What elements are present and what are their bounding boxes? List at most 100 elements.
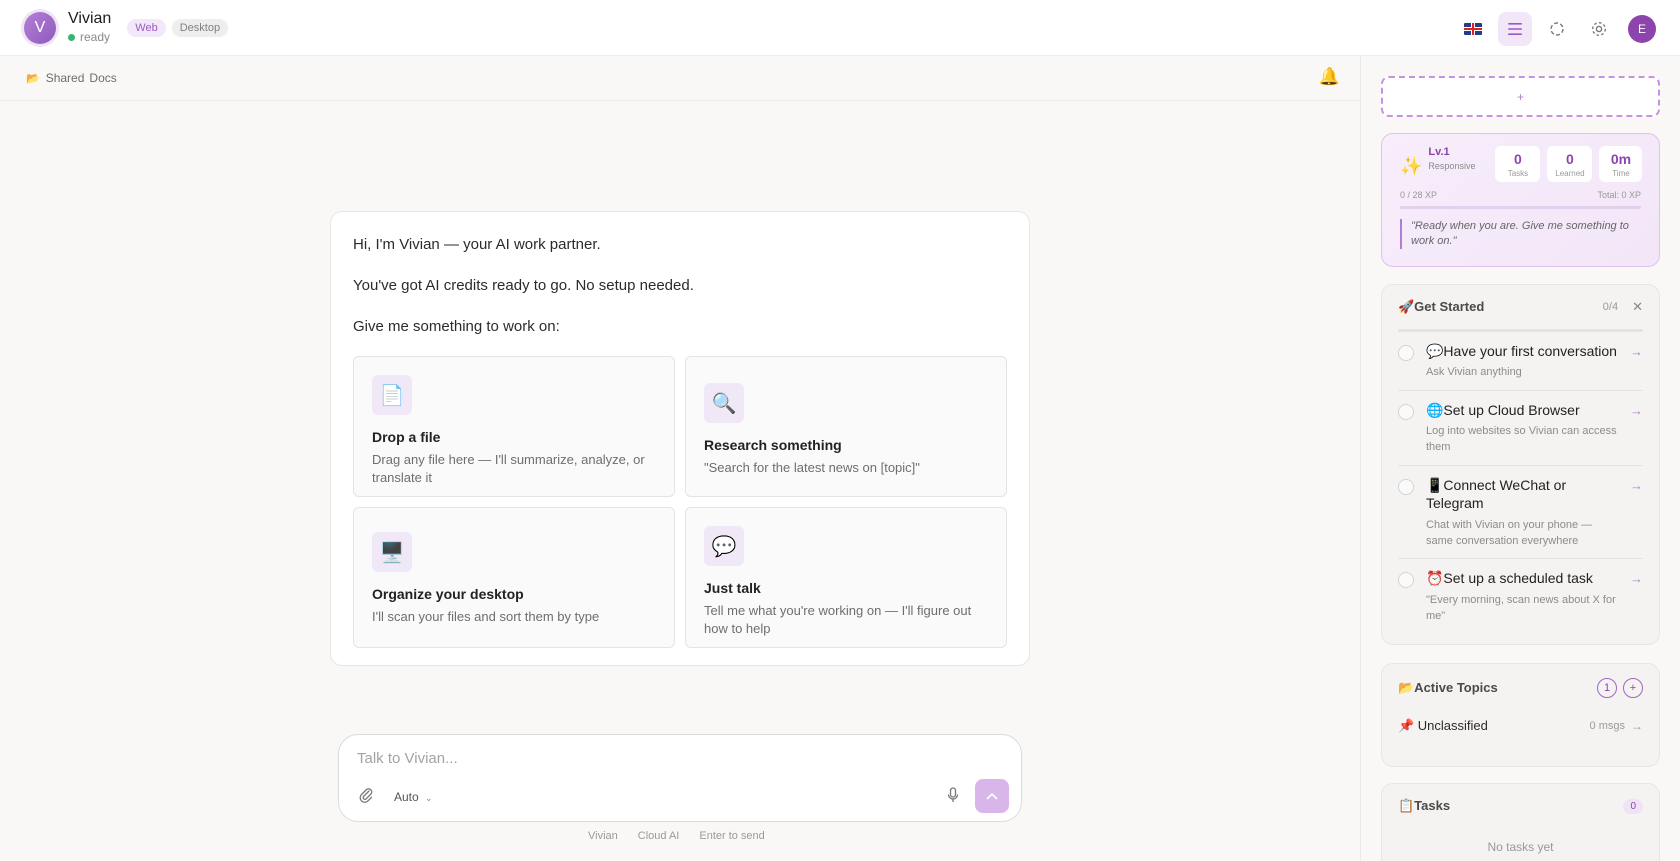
stat-learned: 0 Learned <box>1547 146 1593 182</box>
microphone-icon[interactable] <box>947 787 959 806</box>
language-button[interactable] <box>1456 12 1490 46</box>
tasks-empty-state: No tasks yet <box>1487 840 1554 854</box>
agent-status: ready <box>68 30 111 45</box>
folder-icon: 📂 <box>26 72 40 85</box>
tile-title: Research something <box>704 437 842 453</box>
tile-drop-file[interactable]: 📄 Drop a file Drag any file here — I'll … <box>353 356 675 497</box>
add-button[interactable]: + <box>1381 76 1660 117</box>
arrow-right-icon[interactable]: → <box>1630 478 1643 493</box>
settings-button[interactable] <box>1582 12 1616 46</box>
topic-name: 📌 Unclassified <box>1398 718 1488 733</box>
tasks-title: 📋Tasks <box>1398 798 1451 813</box>
footer-provider: Cloud AI <box>637 830 680 842</box>
chip-desktop[interactable]: Desktop <box>171 18 229 37</box>
checkbox[interactable] <box>1398 479 1414 496</box>
fullscreen-icon <box>1550 22 1564 36</box>
stat-value: 0 <box>1514 150 1522 167</box>
model-label: Auto <box>394 790 419 804</box>
topic-count-badge[interactable]: 1 <box>1597 678 1617 698</box>
level-card: ✨ Lv.1 Responsive 0 Tasks 0 Learned 0m T… <box>1381 133 1660 267</box>
welcome-line-2: You've got AI credits ready to go. No se… <box>353 277 694 294</box>
footer-hint: Enter to send <box>699 830 765 842</box>
checkbox[interactable] <box>1398 572 1414 589</box>
chevron-up-icon <box>986 792 998 800</box>
arrow-right-icon[interactable]: → <box>1630 344 1643 359</box>
agent-name: Vivian <box>68 10 112 28</box>
tile-title: Just talk <box>704 580 761 596</box>
checklist-item[interactable]: 💬Have your first conversation Ask Vivian… <box>1398 332 1643 392</box>
paperclip-icon[interactable] <box>359 787 373 807</box>
checklist-desc: Ask Vivian anything <box>1426 366 1522 379</box>
chevron-down-icon: ⌄ <box>425 793 433 803</box>
magnifier-icon: 🔍 <box>704 383 744 423</box>
tile-desc: Tell me what you're working on — I'll fi… <box>704 603 972 637</box>
add-topic-button[interactable]: + <box>1623 678 1643 698</box>
checklist-desc: "Every morning, scan news about X for me… <box>1426 593 1616 622</box>
stat-time: 0m Time <box>1599 146 1643 182</box>
level-quote: "Ready when you are. Give me something t… <box>1400 219 1641 249</box>
fullscreen-button[interactable] <box>1540 12 1574 46</box>
tile-research[interactable]: 🔍 Research something "Search for the lat… <box>685 356 1007 497</box>
close-icon[interactable]: ✕ <box>1632 299 1643 315</box>
docs-label[interactable]: Docs <box>89 71 116 85</box>
chip-web[interactable]: Web <box>127 18 166 37</box>
checklist-item[interactable]: ⏰Set up a scheduled task "Every morning,… <box>1398 559 1643 633</box>
level-label: Lv.1 <box>1428 146 1450 158</box>
top-bar: V Vivian ready Web Desktop E <box>0 0 1680 56</box>
stat-label: Tasks <box>1507 168 1529 178</box>
xp-bar <box>1400 206 1641 209</box>
checkbox[interactable] <box>1398 404 1414 421</box>
arrow-right-icon[interactable]: → <box>1631 719 1643 733</box>
agent-avatar[interactable]: V <box>24 11 56 44</box>
stat-value: 0 <box>1566 150 1574 167</box>
tile-organize-desktop[interactable]: 🖥️ Organize your desktop I'll scan your … <box>353 507 675 648</box>
checklist-title: 💬Have your first conversation <box>1426 343 1617 359</box>
tile-desc: I'll scan your files and sort them by ty… <box>372 609 600 624</box>
desktop-icon: 🖥️ <box>372 532 412 572</box>
checklist-item[interactable]: 📱Connect WeChat or Telegram Chat with Vi… <box>1398 466 1643 560</box>
file-icon: 📄 <box>372 375 412 415</box>
model-selector[interactable]: Auto ⌄ <box>394 790 433 804</box>
checkbox[interactable] <box>1398 345 1414 361</box>
welcome-line-1: Hi, I'm Vivian — your AI work partner. <box>353 236 601 253</box>
stat-value: 0m <box>1610 150 1632 167</box>
checklist-desc: Chat with Vivian on your phone — same co… <box>1426 518 1593 547</box>
arrow-right-icon[interactable]: → <box>1630 571 1643 586</box>
footer-agent: Vivian <box>588 830 618 842</box>
chat-input[interactable] <box>357 747 997 769</box>
checklist-title: 📱Connect WeChat or Telegram <box>1426 477 1567 512</box>
bell-icon[interactable]: 🔔 <box>1319 67 1340 87</box>
tile-just-talk[interactable]: 💬 Just talk Tell me what you're working … <box>685 507 1007 648</box>
user-avatar[interactable]: E <box>1628 15 1656 43</box>
topic-meta: 0 msgs <box>1589 720 1625 732</box>
gear-icon <box>1591 21 1607 37</box>
get-started-panel: 🚀Get Started 0/4 ✕ 💬Have your first conv… <box>1381 284 1660 645</box>
menu-icon <box>1508 23 1522 35</box>
checklist-desc: Log into websites so Vivian can access t… <box>1426 425 1617 454</box>
tile-title: Organize your desktop <box>372 586 524 602</box>
xp-total: Total: 0 XP <box>1597 190 1641 200</box>
shared-label[interactable]: Shared <box>46 71 85 85</box>
tasks-panel: 📋Tasks 0 No tasks yet <box>1381 783 1660 861</box>
welcome-line-3: Give me something to work on: <box>353 318 560 335</box>
checklist-item[interactable]: 🌐Set up Cloud Browser Log into websites … <box>1398 391 1643 467</box>
chat-composer: Auto ⌄ <box>338 734 1022 822</box>
agent-brand: Vivian ready <box>68 10 111 44</box>
stat-tasks: 0 Tasks <box>1495 146 1541 182</box>
welcome-card: Hi, I'm Vivian — your AI work partner. Y… <box>330 211 1030 666</box>
tasks-count-badge: 0 <box>1623 798 1643 814</box>
tile-desc: Drag any file here — I'll summarize, ana… <box>372 452 645 486</box>
checklist-title: ⏰Set up a scheduled task <box>1426 570 1593 587</box>
topic-row[interactable]: 📌 Unclassified 0 msgs → <box>1398 718 1643 734</box>
stat-label: Time <box>1612 168 1630 178</box>
level-stats: 0 Tasks 0 Learned 0m Time <box>1495 146 1643 182</box>
tile-title: Drop a file <box>372 429 441 445</box>
arrow-right-icon[interactable]: → <box>1630 403 1643 418</box>
menu-button[interactable] <box>1498 12 1532 46</box>
get-started-title: 🚀Get Started <box>1398 299 1485 314</box>
status-dot-icon <box>68 34 75 42</box>
send-button[interactable] <box>975 779 1009 813</box>
composer-footer: Vivian Cloud AI Enter to send <box>588 830 765 842</box>
get-started-count: 0/4 <box>1602 301 1619 313</box>
panel-divider <box>1360 56 1361 861</box>
